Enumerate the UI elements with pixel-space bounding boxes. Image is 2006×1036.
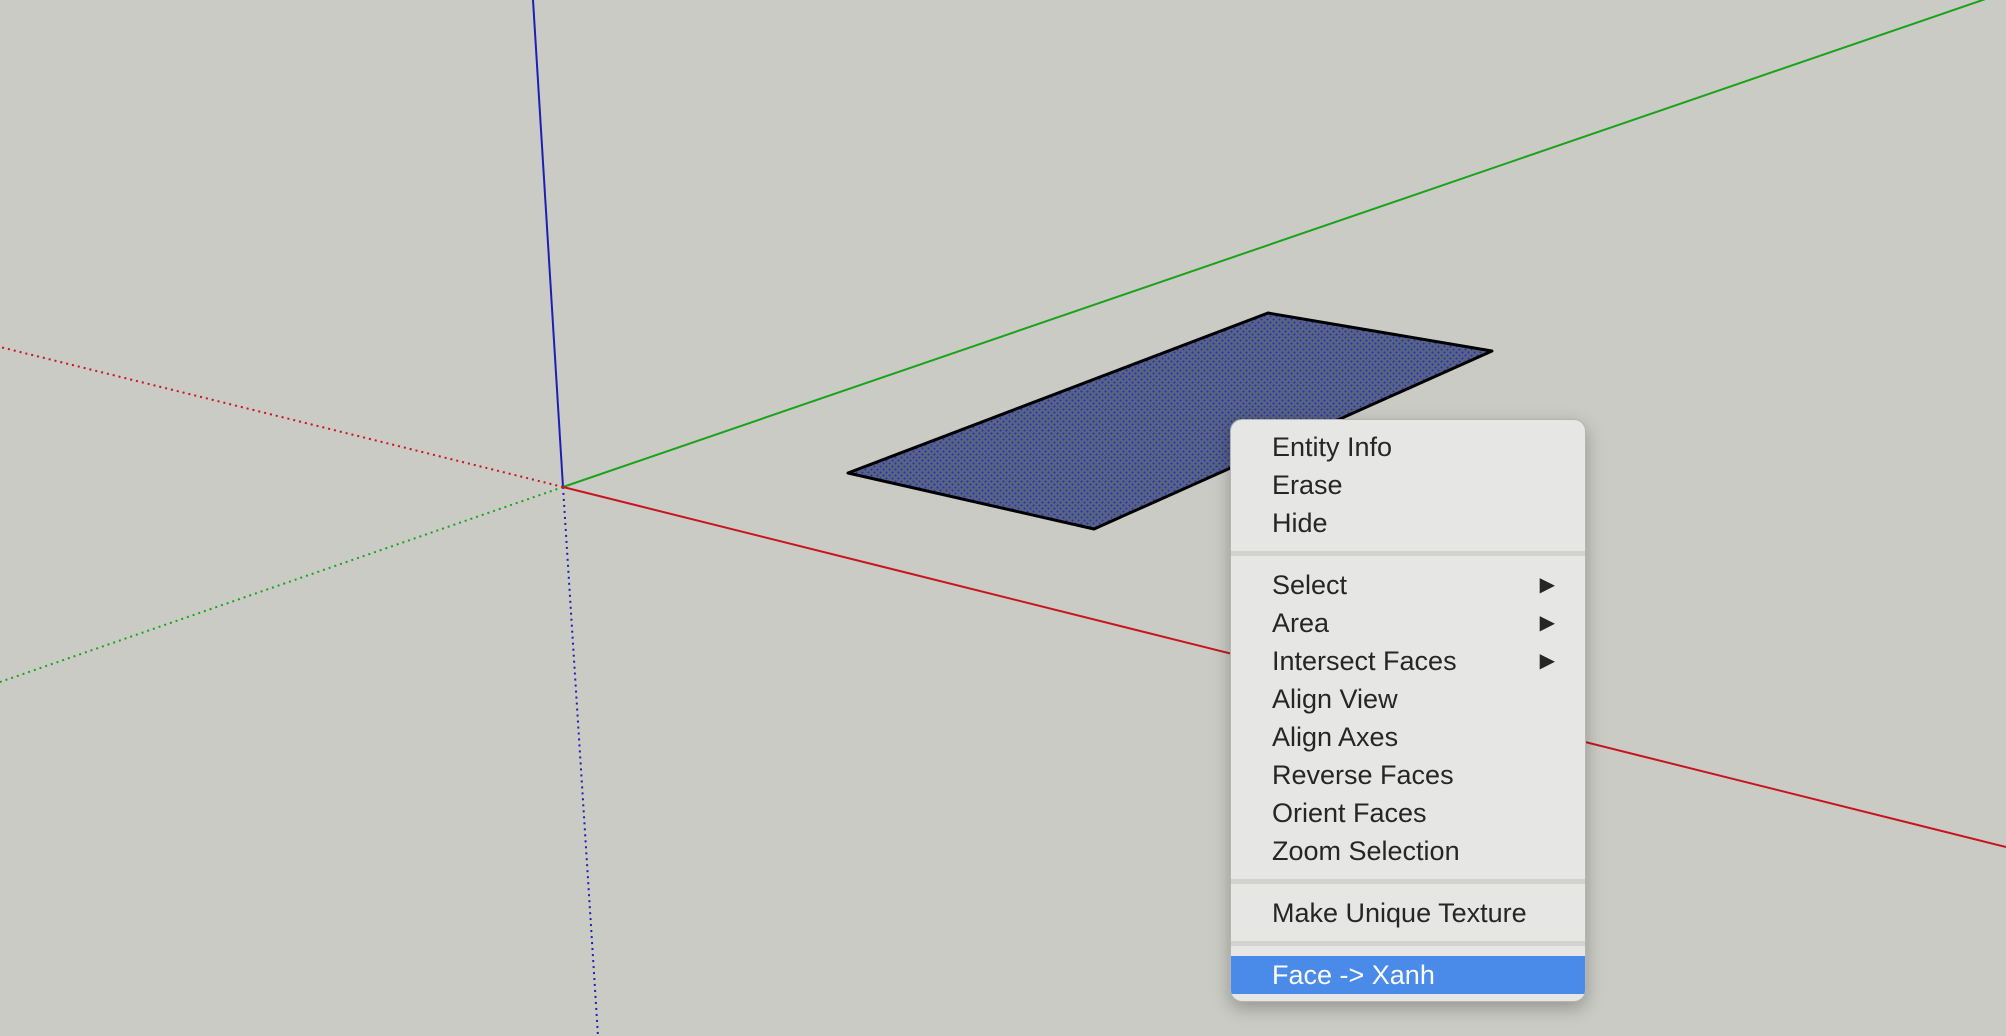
submenu-arrow-icon: ▶ [1539,612,1555,634]
green-axis-negative [0,486,564,683]
red-axis-negative [0,346,564,488]
menu-item-reverse-faces[interactable]: Reverse Faces [1231,756,1585,794]
menu-item-label: Zoom Selection [1272,836,1460,866]
blue-axis-negative [562,486,599,1036]
menu-item-label: Reverse Faces [1272,760,1454,790]
menu-item-label: Area [1272,608,1330,638]
menu-item-select[interactable]: Select ▶ [1231,566,1585,604]
menu-item-entity-info[interactable]: Entity Info [1231,428,1585,466]
menu-item-label: Intersect Faces [1272,646,1457,676]
menu-item-label: Orient Faces [1272,798,1427,828]
menu-item-label: Hide [1272,508,1328,538]
menu-item-make-unique-texture[interactable]: Make Unique Texture [1231,894,1585,932]
submenu-arrow-icon: ▶ [1539,574,1555,596]
menu-item-erase[interactable]: Erase [1231,466,1585,504]
menu-separator [1231,551,1585,556]
menu-item-zoom-selection[interactable]: Zoom Selection [1231,832,1585,870]
menu-item-label: Select [1272,570,1348,600]
menu-item-label: Entity Info [1272,432,1393,462]
menu-item-label: Align Axes [1272,722,1399,752]
context-menu: Entity Info Erase Hide Select ▶ Area ▶ Intersec… [1230,419,1586,1002]
menu-item-face-xanh[interactable]: Face -> Xanh [1231,956,1585,994]
submenu-arrow-icon: ▶ [1539,650,1555,672]
menu-separator [1231,879,1585,884]
menu-item-hide[interactable]: Hide [1231,504,1585,542]
menu-item-intersect-faces[interactable]: Intersect Faces ▶ [1231,642,1585,680]
menu-item-orient-faces[interactable]: Orient Faces [1231,794,1585,832]
menu-separator [1231,941,1585,946]
menu-item-align-axes[interactable]: Align Axes [1231,718,1585,756]
menu-item-area[interactable]: Area ▶ [1231,604,1585,642]
modeling-viewport[interactable]: Entity Info Erase Hide Select ▶ Area ▶ Intersec… [0,0,2006,1036]
scene-canvas[interactable] [0,0,2006,1036]
menu-item-label: Erase [1272,470,1343,500]
blue-axis-positive [532,0,564,488]
menu-item-label: Face -> Xanh [1272,960,1435,990]
menu-item-label: Align View [1272,684,1398,714]
menu-item-align-view[interactable]: Align View [1231,680,1585,718]
menu-item-label: Make Unique Texture [1272,898,1527,928]
